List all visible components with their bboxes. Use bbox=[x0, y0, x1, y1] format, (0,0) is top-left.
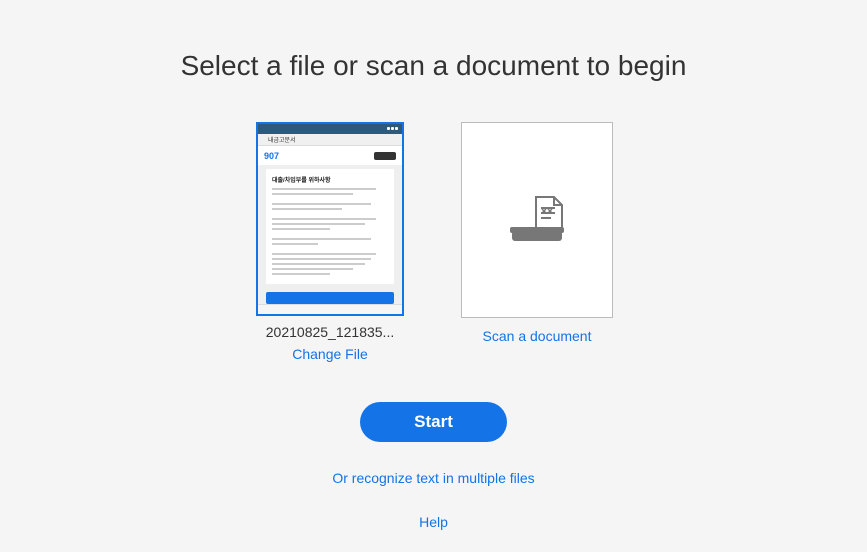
filename-label: 20210825_121835... bbox=[266, 324, 394, 340]
file-thumbnail[interactable]: 내금고문서 907 대출/차입부를 위하사항 bbox=[256, 122, 404, 316]
phone-doc-number: 907 bbox=[264, 151, 279, 161]
phone-doc-body: 대출/차입부를 위하사항 bbox=[266, 169, 394, 284]
phone-doc-heading: 대출/차입부를 위하사항 bbox=[272, 175, 388, 184]
scan-document-label[interactable]: Scan a document bbox=[483, 328, 592, 344]
start-button[interactable]: Start bbox=[360, 402, 507, 442]
phone-nav-bar bbox=[258, 304, 402, 314]
scanner-icon bbox=[506, 195, 568, 245]
phone-header-pill bbox=[374, 152, 396, 160]
phone-confirm-button bbox=[266, 292, 394, 304]
scan-document-box[interactable] bbox=[461, 122, 613, 318]
option-row: 내금고문서 907 대출/차입부를 위하사항 20210825_121835..… bbox=[254, 122, 613, 362]
phone-doc-header: 907 bbox=[258, 146, 402, 166]
file-option: 내금고문서 907 대출/차입부를 위하사항 20210825_121835..… bbox=[254, 122, 406, 362]
help-link[interactable]: Help bbox=[419, 514, 448, 530]
change-file-link[interactable]: Change File bbox=[292, 346, 368, 362]
multiple-files-link[interactable]: Or recognize text in multiple files bbox=[332, 470, 534, 486]
page-title: Select a file or scan a document to begi… bbox=[181, 50, 687, 82]
scan-option: Scan a document bbox=[461, 122, 613, 362]
phone-app-titlebar: 내금고문서 bbox=[258, 134, 402, 146]
phone-status-bar bbox=[258, 124, 402, 134]
